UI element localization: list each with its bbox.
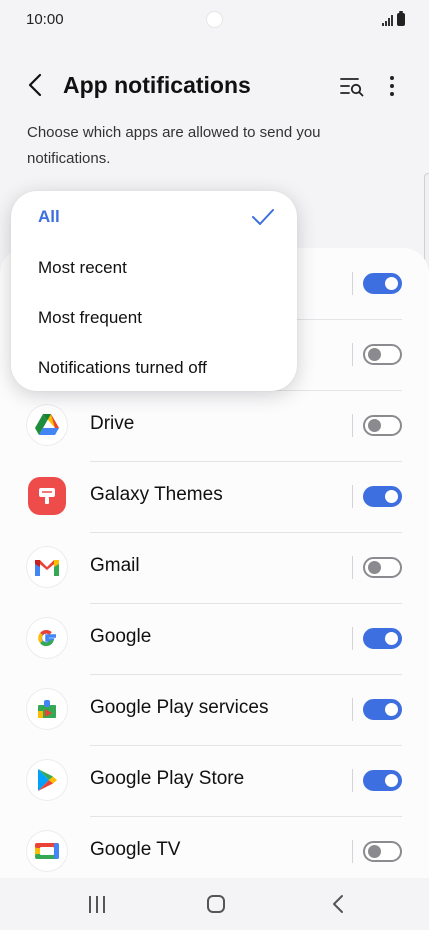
app-name: Gmail (90, 555, 140, 576)
vertical-separator (352, 769, 353, 792)
notification-toggle[interactable] (363, 344, 402, 365)
app-row[interactable]: Google Play services (0, 674, 429, 745)
notification-toggle[interactable] (363, 770, 402, 791)
row-divider (90, 532, 402, 533)
page-title: App notifications (63, 72, 251, 98)
vertical-separator (352, 414, 353, 437)
google-play-store-icon (27, 760, 67, 800)
nav-back-icon (333, 895, 343, 913)
google-tv-icon (27, 831, 67, 871)
more-vert-icon (390, 76, 394, 96)
vertical-separator (352, 840, 353, 863)
galaxy-themes-icon (28, 477, 66, 515)
page-description: Choose which apps are allowed to send yo… (27, 124, 321, 167)
app-row[interactable]: Gmail (0, 532, 429, 603)
notification-toggle[interactable] (363, 841, 402, 862)
back-button[interactable] (22, 70, 52, 100)
drive-icon (27, 405, 67, 445)
system-nav-bar (0, 878, 429, 930)
sort-dropdown-menu: All Most recent Most frequent Notificati… (11, 191, 297, 391)
row-divider (90, 816, 402, 817)
notification-toggle[interactable] (363, 699, 402, 720)
notification-toggle[interactable] (363, 628, 402, 649)
app-row[interactable]: Drive (0, 390, 429, 461)
home-button[interactable] (207, 895, 225, 913)
notification-toggle[interactable] (363, 486, 402, 507)
recent-apps-button[interactable] (87, 896, 107, 914)
menu-item-most-recent[interactable]: Most recent (38, 258, 127, 278)
nav-back-button[interactable] (328, 893, 348, 915)
menu-item-notifications-off[interactable]: Notifications turned off (38, 358, 207, 378)
vertical-separator (352, 343, 353, 366)
gmail-icon (27, 547, 67, 587)
vertical-separator (352, 556, 353, 579)
search-button[interactable] (338, 72, 366, 100)
app-name: Drive (90, 413, 135, 434)
app-row[interactable]: Google TV (0, 816, 429, 887)
row-divider (90, 461, 402, 462)
app-row[interactable]: Google (0, 603, 429, 674)
check-icon (252, 209, 274, 225)
status-icons (382, 11, 405, 26)
google-icon (27, 618, 67, 658)
row-divider (90, 674, 402, 675)
app-name: Google (90, 626, 152, 647)
app-row[interactable]: Galaxy Themes (0, 461, 429, 532)
app-bar: App notifications (0, 60, 429, 110)
signal-icon (382, 14, 393, 26)
status-time: 10:00 (26, 11, 64, 28)
more-options-button[interactable] (380, 72, 404, 100)
row-divider (90, 745, 402, 746)
app-row[interactable]: Google Play Store (0, 745, 429, 816)
menu-item-all[interactable]: All (38, 207, 60, 227)
camera-cutout (207, 12, 222, 27)
filter-search-icon (340, 78, 364, 97)
notification-toggle[interactable] (363, 415, 402, 436)
vertical-separator (352, 485, 353, 508)
vertical-separator (352, 272, 353, 295)
app-name: Google Play services (90, 697, 269, 718)
vertical-separator (352, 627, 353, 650)
menu-item-most-frequent[interactable]: Most frequent (38, 308, 142, 328)
status-bar: 10:00 (0, 0, 429, 40)
app-name: Google TV (90, 839, 181, 860)
notification-toggle[interactable] (363, 557, 402, 578)
vertical-separator (352, 698, 353, 721)
google-play-services-icon (27, 689, 67, 729)
phone-screen: 10:00 App notifications Choose which app… (0, 0, 429, 930)
row-divider (90, 603, 402, 604)
app-name: Google Play Store (90, 768, 245, 789)
battery-icon (397, 11, 405, 26)
app-name: Galaxy Themes (90, 484, 223, 505)
back-arrow-icon (28, 73, 42, 97)
notification-toggle[interactable] (363, 273, 402, 294)
